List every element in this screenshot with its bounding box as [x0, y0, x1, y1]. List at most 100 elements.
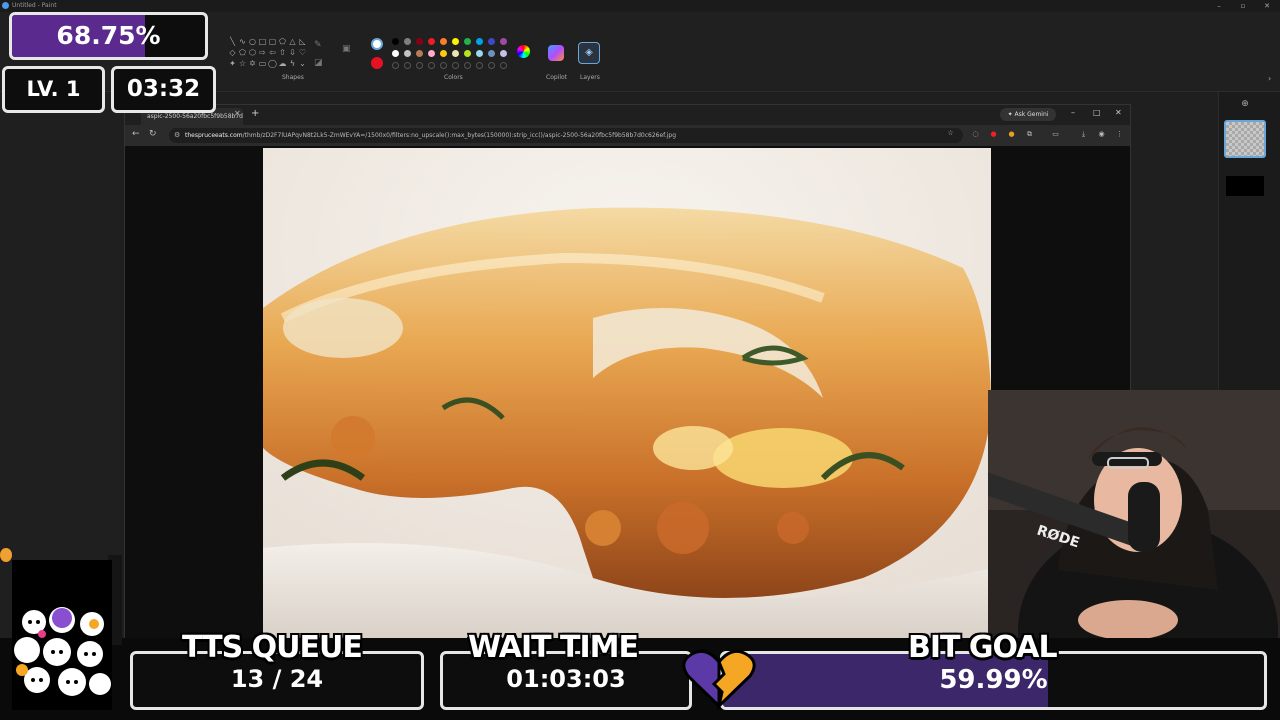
browser-maximize-icon[interactable]: □ — [1093, 108, 1101, 117]
green-swatch[interactable] — [464, 38, 471, 45]
lightturquoise-swatch[interactable] — [476, 50, 483, 57]
gray-swatch[interactable] — [404, 38, 411, 45]
diamond-shape-icon[interactable]: ◇ — [228, 47, 237, 58]
custom-swatch[interactable] — [452, 62, 459, 69]
outline-icon[interactable]: ✎ — [314, 40, 322, 50]
lavender-swatch[interactable] — [500, 50, 507, 57]
darkred-swatch[interactable] — [416, 38, 423, 45]
reload-icon[interactable]: ↻ — [149, 129, 157, 139]
color-2-swatch[interactable] — [371, 57, 383, 69]
shape-fill-icon[interactable]: ▣ — [342, 44, 351, 54]
right-triangle-shape-icon[interactable]: ◺ — [298, 36, 307, 47]
cloud-shape-icon[interactable]: ☁ — [278, 58, 287, 69]
bluegray-swatch[interactable] — [488, 50, 495, 57]
lightning-shape-icon[interactable]: ϟ — [288, 58, 297, 69]
gold-swatch[interactable] — [440, 50, 447, 57]
copilot-icon[interactable] — [548, 45, 564, 61]
custom-swatch[interactable] — [488, 62, 495, 69]
oval-shape-icon[interactable]: ○ — [248, 36, 257, 47]
turquoise-swatch[interactable] — [476, 38, 483, 45]
browser-close-icon[interactable]: ✕ — [1115, 108, 1122, 117]
rose-swatch[interactable] — [428, 50, 435, 57]
orange-swatch[interactable] — [440, 38, 447, 45]
custom-swatch[interactable] — [500, 62, 507, 69]
browser-toolbar: ← ↻ ⚙ thespruceeats.com/thmb/zD2F7lUAPqv… — [125, 125, 1130, 146]
profile-icon[interactable]: ◉ — [1097, 130, 1106, 139]
arrow-up-shape-icon[interactable]: ⇧ — [278, 47, 287, 58]
custom-swatch[interactable] — [404, 62, 411, 69]
stream-screen: Untitled - Paint – ▫ ✕ ╲ ∿ ○ □ ▢ ⬠ △ ◺ ◇ ⬠ ⬡ ⇨ ⇦ ⇧ ⇩ ♡… — [0, 0, 1280, 720]
color-1-swatch[interactable] — [371, 38, 383, 50]
custom-swatch[interactable] — [416, 62, 423, 69]
arrow-left-shape-icon[interactable]: ⇦ — [268, 47, 277, 58]
address-bar[interactable]: ⚙ thespruceeats.com/thmb/zD2F7lUAPqvN8t2… — [169, 128, 963, 143]
polygon-shape-icon[interactable]: ⬠ — [278, 36, 287, 47]
url-path: /thmb/zD2F7lUAPqvN8t2Lk5-ZmWEvYA=/1500x0… — [242, 132, 677, 139]
indigo-swatch[interactable] — [488, 38, 495, 45]
ask-gemini-button[interactable]: ✦ Ask Gemini — [1000, 108, 1056, 121]
extension-red-icon[interactable]: ● — [989, 130, 998, 139]
star6-shape-icon[interactable]: ✡ — [248, 58, 257, 69]
callout-rect-shape-icon[interactable]: ▭ — [258, 58, 267, 69]
custom-swatch[interactable] — [476, 62, 483, 69]
red-swatch[interactable] — [428, 38, 435, 45]
layers-icon: ◈ — [585, 47, 593, 58]
download-icon[interactable]: ⤓ — [1079, 130, 1088, 139]
star5-shape-icon[interactable]: ☆ — [238, 58, 247, 69]
shapes-gallery[interactable]: ╲ ∿ ○ □ ▢ ⬠ △ ◺ ◇ ⬠ ⬡ ⇨ ⇦ ⇧ ⇩ ♡ ✦ ☆ ✡ ▭ ◯ ☁ ϟ ⌄ — [228, 36, 308, 72]
triangle-shape-icon[interactable]: △ — [288, 36, 297, 47]
line-shape-icon[interactable]: ╲ — [228, 36, 237, 47]
custom-swatch[interactable] — [464, 62, 471, 69]
rectangle-shape-icon[interactable]: □ — [258, 36, 267, 47]
aspic-illustration — [263, 148, 991, 638]
new-tab-icon[interactable]: + — [251, 108, 259, 119]
white-swatch[interactable] — [392, 50, 399, 57]
callout-oval-shape-icon[interactable]: ◯ — [268, 58, 277, 69]
brown-swatch[interactable] — [416, 50, 423, 57]
custom-swatch[interactable] — [428, 62, 435, 69]
bookmark-star-icon[interactable]: ☆ — [946, 129, 955, 138]
custom-swatch[interactable] — [440, 62, 447, 69]
paint-window-title: Untitled - Paint — [12, 2, 57, 9]
browser-menu-icon[interactable]: ⋮ — [1115, 130, 1124, 139]
wait-time-label: WAIT TIME — [468, 630, 639, 665]
cast-icon[interactable]: ▭ — [1051, 130, 1060, 139]
edit-colors-icon[interactable] — [517, 45, 530, 58]
arrow-down-shape-icon[interactable]: ⇩ — [288, 47, 297, 58]
browser-minimize-icon[interactable]: – — [1071, 108, 1075, 117]
level-widget: LV. 1 — [2, 66, 105, 113]
fill-icon[interactable]: ◪ — [314, 58, 323, 68]
timer-widget: 03:32 — [111, 66, 216, 113]
collapse-ribbon-icon[interactable]: › — [1268, 74, 1271, 83]
tab-close-icon[interactable]: ✕ — [234, 109, 241, 118]
close-icon[interactable]: ✕ — [1256, 0, 1278, 12]
star4-shape-icon[interactable]: ✦ — [228, 58, 237, 69]
lightyellow-swatch[interactable] — [452, 50, 459, 57]
black-swatch[interactable] — [392, 38, 399, 45]
rounded-rect-shape-icon[interactable]: ▢ — [268, 36, 277, 47]
extensions-puzzle-icon[interactable]: ⧉ — [1025, 130, 1034, 139]
lightgray-swatch[interactable] — [404, 50, 411, 57]
site-info-icon[interactable]: ⚙ — [174, 128, 180, 143]
browser-tabstrip: aspic-2500-56a20fbc5f9b58b7d0c626ef.jpg … — [125, 105, 1130, 125]
hexagon-shape-icon[interactable]: ⬡ — [248, 47, 257, 58]
back-icon[interactable]: ← — [132, 129, 140, 139]
heart-shape-icon[interactable]: ♡ — [298, 47, 307, 58]
minimize-icon[interactable]: – — [1208, 0, 1230, 12]
pentagon-shape-icon[interactable]: ⬠ — [238, 47, 247, 58]
lime-swatch[interactable] — [464, 50, 471, 57]
curve-shape-icon[interactable]: ∿ — [238, 36, 247, 47]
layers-button[interactable]: ◈ — [578, 42, 600, 64]
extension-icon[interactable]: ◌ — [971, 130, 980, 139]
more-shapes-icon[interactable]: ⌄ — [298, 58, 307, 69]
color-palette[interactable] — [392, 38, 512, 74]
yellow-swatch[interactable] — [452, 38, 459, 45]
extension-yellow-icon[interactable]: ● — [1007, 130, 1016, 139]
purple-swatch[interactable] — [500, 38, 507, 45]
layer-thumbnail-1[interactable] — [1224, 120, 1266, 158]
maximize-icon[interactable]: ▫ — [1232, 0, 1254, 12]
add-layer-icon[interactable]: ⊕ — [1239, 98, 1251, 110]
arrow-right-shape-icon[interactable]: ⇨ — [258, 47, 267, 58]
layer-thumbnail-2[interactable] — [1226, 176, 1264, 196]
custom-swatch[interactable] — [392, 62, 399, 69]
